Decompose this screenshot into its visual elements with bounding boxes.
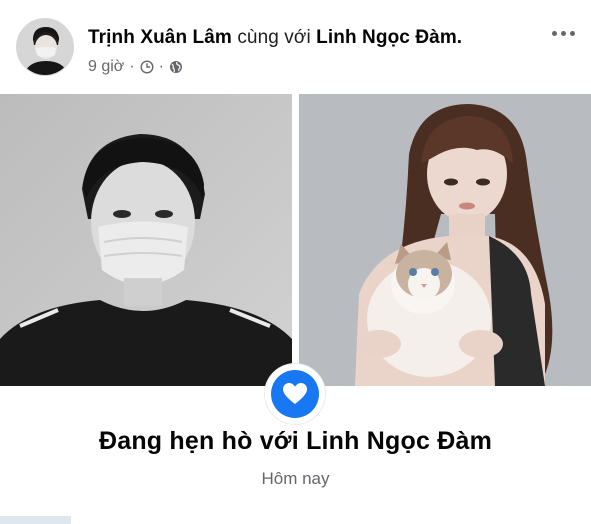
life-event-date: Hôm nay bbox=[261, 469, 330, 488]
post-header: Trịnh Xuân Lâm cùng với Linh Ngọc Đàm. 9… bbox=[0, 0, 591, 92]
photo-grid bbox=[0, 94, 591, 386]
globe-icon[interactable] bbox=[169, 60, 183, 74]
man-portrait-image bbox=[0, 94, 292, 386]
more-dots-icon bbox=[551, 30, 557, 36]
more-options-button[interactable] bbox=[548, 26, 578, 40]
heart-badge-circle bbox=[271, 370, 319, 418]
avatar-image bbox=[17, 19, 73, 75]
meta-separator: · bbox=[158, 58, 164, 75]
more-dots-icon bbox=[560, 30, 566, 36]
clock-icon bbox=[140, 60, 154, 74]
meta-separator: · bbox=[129, 58, 135, 75]
post-time-link[interactable]: 9 giờ bbox=[88, 58, 124, 76]
life-event-title: Đang hẹn hò với Linh Ngọc Đàm bbox=[98, 427, 493, 455]
heart-icon bbox=[283, 383, 307, 404]
author-name-link[interactable]: Trịnh Xuân Lâm bbox=[88, 27, 232, 48]
avatar[interactable] bbox=[16, 18, 74, 76]
photo-right[interactable] bbox=[299, 94, 591, 386]
more-dots-icon bbox=[569, 30, 575, 36]
photo-left[interactable] bbox=[0, 94, 292, 386]
with-text: cùng với bbox=[237, 27, 311, 48]
bottom-strip bbox=[0, 516, 591, 524]
post-meta: 9 giờ · · bbox=[88, 58, 183, 76]
life-event-badge bbox=[265, 364, 325, 424]
woman-with-cat-image bbox=[299, 94, 591, 386]
tagged-name-link[interactable]: Linh Ngọc Đàm. bbox=[316, 27, 462, 48]
post-author-line: Trịnh Xuân Lâm cùng với Linh Ngọc Đàm. bbox=[88, 27, 462, 49]
